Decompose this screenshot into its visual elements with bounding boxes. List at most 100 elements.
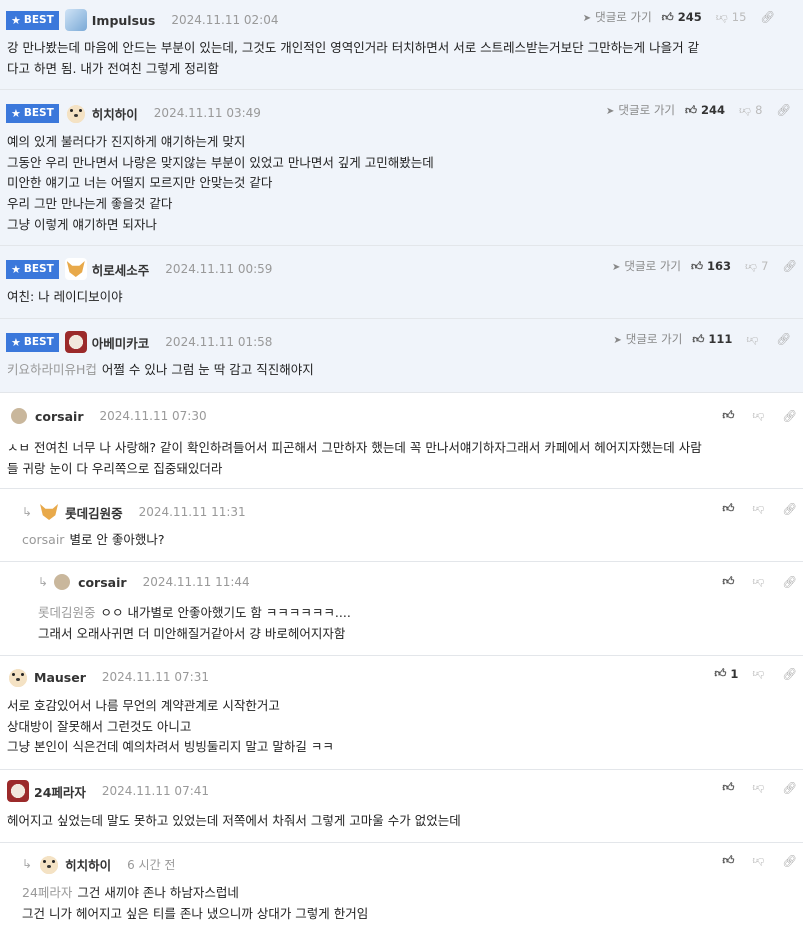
- nickname[interactable]: 히치하이: [65, 855, 111, 874]
- thumbs-up-icon: 👍︎: [692, 331, 705, 346]
- link-icon[interactable]: 🔗︎: [782, 667, 797, 681]
- downvote-button[interactable]: 👍︎: [752, 853, 768, 868]
- comment-body: ㅅㅂ 전여친 너무 나 사랑해? 같이 확인하려들어서 피곤해서 그만하자 했는…: [7, 440, 702, 476]
- avatar[interactable]: [38, 853, 61, 875]
- downvote-button[interactable]: 👍︎: [752, 780, 768, 795]
- downvote-button[interactable]: 👍︎ 15: [716, 10, 747, 25]
- comment-body: 서로 호감있어서 나름 무언의 계약관계로 시작한거고 상대방이 잘못해서 그런…: [7, 698, 334, 755]
- avatar[interactable]: [7, 666, 29, 688]
- nickname[interactable]: 롯데김원중: [65, 503, 123, 522]
- avatar[interactable]: [64, 102, 87, 124]
- link-icon[interactable]: 🔗︎: [782, 575, 797, 589]
- downvote-button[interactable]: 👍︎: [752, 574, 768, 589]
- avatar[interactable]: [64, 331, 87, 353]
- thumbs-down-icon: 👍︎: [715, 10, 728, 25]
- thumbs-up-icon: 👍︎: [722, 853, 735, 867]
- thumbs-down-icon: 👍︎: [752, 409, 765, 423]
- thumbs-up-icon: 👍︎: [661, 9, 674, 24]
- comment-body: 키요하라미유H컵 어쩔 수 있나 그럼 눈 딱 감고 직진해야지: [7, 362, 314, 377]
- link-icon[interactable]: 🔗︎: [782, 409, 797, 423]
- downvote-button[interactable]: 👍︎: [752, 666, 768, 681]
- downvote-button[interactable]: 👍︎: [746, 332, 762, 347]
- timestamp: 6 시간 전: [127, 857, 176, 872]
- avatar[interactable]: [64, 9, 87, 31]
- downvote-button[interactable]: 👍︎: [752, 408, 768, 423]
- link-icon[interactable]: 🔗︎: [782, 502, 797, 516]
- timestamp: 2024.11.11 07:31: [101, 670, 209, 684]
- star-icon: ★: [11, 335, 21, 349]
- avatar[interactable]: [64, 258, 87, 280]
- avatar[interactable]: [11, 408, 27, 424]
- link-icon[interactable]: 🔗︎: [782, 781, 797, 795]
- upvote-button[interactable]: 👍︎ 163: [691, 259, 731, 274]
- nickname[interactable]: 히치하이: [92, 104, 138, 123]
- timestamp: 2024.11.11 03:49: [153, 106, 261, 120]
- upvote-button[interactable]: 👍︎: [722, 780, 738, 795]
- comment-best: ★ BEST Impulsus 2024.11.11 02:04 ➤ 댓글로 가기 …: [0, 0, 803, 90]
- upvote-button[interactable]: 👍︎ 245: [662, 10, 702, 25]
- timestamp: 2024.11.11 07:41: [101, 784, 210, 798]
- comment: Mauser 2024.11.11 07:31 👍︎ 1 👍︎ 🔗︎ 서로 호감있…: [0, 656, 803, 770]
- upvote-button[interactable]: 👍︎ 1: [714, 666, 738, 681]
- goto-reply-link[interactable]: ➤ 댓글로 가기: [613, 331, 682, 347]
- timestamp: 2024.11.11 02:04: [171, 13, 279, 27]
- comment-body: corsair 별로 안 좋아했나?: [22, 532, 165, 547]
- comment-best: ★ BEST 히치하이 2024.11.11 03:49 ➤ 댓글로 가기 👍︎ 24…: [0, 90, 803, 246]
- goto-reply-link[interactable]: ➤ 댓글로 가기: [606, 102, 675, 118]
- upvote-button[interactable]: 👍︎: [722, 501, 738, 516]
- upvote-button[interactable]: 👍︎ 111: [692, 332, 732, 347]
- timestamp: 2024.11.11 11:44: [142, 575, 250, 589]
- comment-body: 헤어지고 싶었는데 말도 못하고 있었는데 저쪽에서 차줘서 그렇게 고마울 수…: [7, 813, 461, 828]
- comment-reply: ↳ 롯데김원중 2024.11.11 11:31 👍︎ 👍︎ 🔗︎ corsai…: [0, 489, 803, 562]
- timestamp: 2024.11.11 11:31: [138, 505, 246, 519]
- reply-arrow-icon: ↳: [22, 505, 33, 519]
- timestamp: 2024.11.11 01:58: [165, 335, 273, 349]
- best-badge: ★ BEST: [6, 259, 59, 279]
- thumbs-down-icon: 👍︎: [752, 667, 765, 681]
- link-icon[interactable]: 🔗︎: [776, 103, 791, 117]
- link-icon[interactable]: 🔗︎: [782, 854, 797, 868]
- reply-arrow-icon: ↳: [38, 575, 49, 589]
- upvote-button[interactable]: 👍︎ 244: [685, 103, 725, 118]
- comment-reply: ↳ 히치하이 6 시간 전 👍︎ 👍︎ 🔗︎ 24페라자 그건 새끼야 존나 하남…: [0, 843, 803, 934]
- send-icon: ➤: [606, 106, 615, 117]
- thumbs-down-icon: 👍︎: [752, 502, 765, 516]
- star-icon: ★: [11, 106, 21, 120]
- best-badge: ★ BEST: [6, 10, 59, 30]
- nickname[interactable]: 아베미카코: [92, 333, 150, 352]
- downvote-button[interactable]: 👍︎: [752, 501, 768, 516]
- link-icon[interactable]: 🔗︎: [782, 259, 797, 273]
- comment-body: 24페라자 그건 새끼야 존나 하남자스럽네 그건 니가 헤어지고 싶은 티를 존…: [22, 885, 369, 921]
- upvote-button[interactable]: 👍︎: [722, 853, 738, 868]
- comment-reply: ↳ corsair 2024.11.11 11:44 👍︎ 👍︎ 🔗︎ 롯데김원…: [0, 562, 803, 656]
- goto-reply-link[interactable]: ➤ 댓글로 가기: [583, 9, 652, 25]
- nickname[interactable]: Impulsus: [92, 13, 156, 28]
- thumbs-down-icon: 👍︎: [752, 854, 765, 868]
- link-icon[interactable]: 🔗︎: [760, 10, 775, 24]
- mention[interactable]: 24페라자: [22, 885, 72, 900]
- nickname[interactable]: corsair: [78, 575, 127, 590]
- upvote-button[interactable]: 👍︎: [722, 574, 738, 589]
- avatar[interactable]: [54, 574, 71, 590]
- link-icon[interactable]: 🔗︎: [776, 332, 791, 346]
- comment: 24페라자 2024.11.11 07:41 👍︎ 👍︎ 🔗︎ 헤어지고 싶었는…: [0, 770, 803, 843]
- avatar[interactable]: [38, 501, 61, 523]
- goto-reply-link[interactable]: ➤ 댓글로 가기: [612, 258, 681, 274]
- downvote-button[interactable]: 👍︎ 8: [739, 103, 762, 118]
- upvote-button[interactable]: 👍︎: [722, 408, 738, 423]
- star-icon: ★: [11, 13, 21, 27]
- nickname[interactable]: Mauser: [34, 670, 86, 685]
- mention[interactable]: 롯데김원중: [38, 605, 96, 620]
- thumbs-down-icon: 👍︎: [746, 332, 759, 347]
- nickname[interactable]: 히로세소주: [92, 260, 150, 279]
- mention[interactable]: 키요하라미유H컵: [7, 362, 97, 377]
- mention[interactable]: corsair: [22, 532, 64, 547]
- avatar[interactable]: [7, 780, 29, 802]
- thumbs-up-icon: 👍︎: [690, 258, 704, 273]
- comment-body: 예의 있게 불러다가 진지하게 얘기하는게 맞지 그동안 우리 만나면서 나랑은…: [7, 134, 434, 232]
- thumbs-up-icon: 👍︎: [714, 666, 727, 680]
- downvote-button[interactable]: 👍︎ 7: [745, 259, 768, 274]
- nickname[interactable]: corsair: [35, 409, 84, 424]
- nickname[interactable]: 24페라자: [34, 782, 86, 801]
- send-icon: ➤: [582, 13, 592, 24]
